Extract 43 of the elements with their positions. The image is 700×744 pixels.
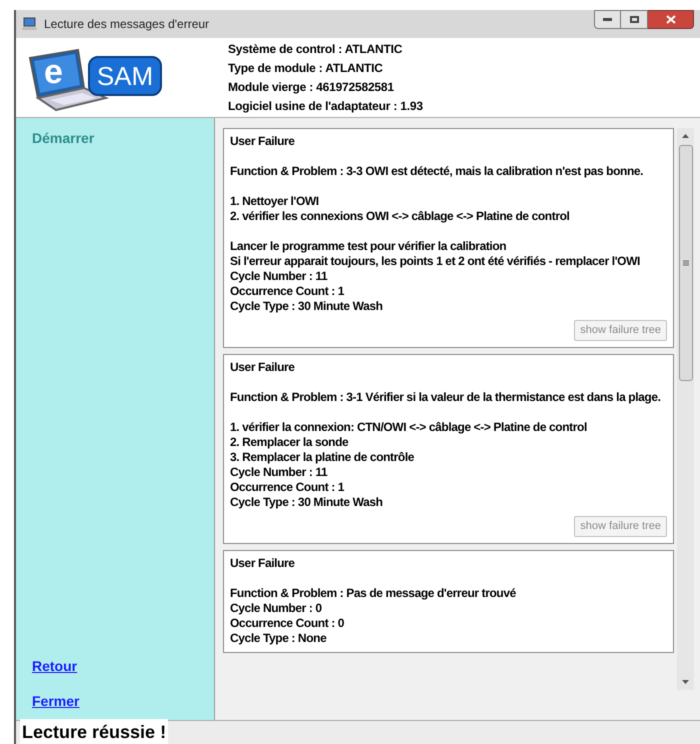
failure-text: Function & Problem : 3-3 OWI est détecté, mais la calibration n'est pas bonne. <box>230 164 644 179</box>
failure-text: Cycle Type : 30 Minute Wash <box>230 299 384 314</box>
logo-badge: SAM <box>88 56 162 96</box>
maximize-button[interactable] <box>621 10 648 29</box>
failure-text: Function & Problem : Pas de message d'erreur trouvé <box>230 586 517 601</box>
scrollbar[interactable] <box>677 128 694 690</box>
sidebar-link[interactable]: Fermer <box>32 691 80 712</box>
failure-text: Cycle Type : 30 Minute Wash <box>230 495 384 510</box>
failure-text: Cycle Number : 11 <box>230 269 328 284</box>
failure-text: 2. Remplacer la sonde <box>230 435 350 450</box>
failure-text: Occurrence Count : 1 <box>230 284 346 299</box>
window-title: Lecture des messages d'erreur <box>44 16 210 33</box>
failure-text: Cycle Number : 0 <box>230 601 323 616</box>
close-button[interactable] <box>648 10 694 29</box>
failure-text: Occurrence Count : 1 <box>230 480 346 495</box>
logo-letter: e <box>44 54 63 90</box>
failure-text: Si l'erreur apparait toujours, les points 1 et 2 ont été vérifiés - remplacer l'OWI <box>230 254 641 269</box>
scrollbar-thumb[interactable] <box>678 145 692 381</box>
module-info: Système de control : ATLANTIC <box>228 41 404 57</box>
failure-text: 1. Nettoyer l'OWI <box>230 194 320 209</box>
failure-text: Function & Problem : 3-1 Vérifier si la valeur de la thermistance est dans la plage. <box>230 390 662 405</box>
failure-title: User Failure <box>230 360 296 375</box>
failure-text: Cycle Type : None <box>230 631 328 646</box>
grip-icon <box>682 260 688 266</box>
failure-text: Lancer le programme test pour vérifier la calibration <box>230 239 508 254</box>
module-info: Module vierge : 461972582581 <box>228 79 395 95</box>
computer-icon <box>22 17 38 31</box>
module-info: Type de module : ATLANTIC <box>228 60 384 76</box>
close-icon <box>666 15 676 24</box>
failure-text: 3. Remplacer la platine de contrôle <box>230 450 416 465</box>
sidebar-heading: Démarrer <box>32 129 96 148</box>
show-failure-tree-button[interactable]: show failure tree <box>574 516 667 537</box>
status-text: Lecture réussie ! <box>20 719 168 744</box>
failure-title: User Failure <box>230 134 296 149</box>
failure-text: Occurrence Count : 0 <box>230 616 346 631</box>
failure-text: 1. vérifier la connexion: CTN/OWI <-> câblage <-> Platine de control <box>230 420 588 435</box>
sidebar-link[interactable]: Retour <box>32 656 78 677</box>
show-failure-tree-button[interactable]: show failure tree <box>574 320 667 341</box>
failure-title: User Failure <box>230 556 296 571</box>
module-info: Logiciel usine de l'adaptateur : 1.93 <box>228 98 423 114</box>
failure-text: Cycle Number : 11 <box>230 465 328 480</box>
minimize-button[interactable] <box>594 10 621 29</box>
failure-text: 2. vérifier les connexions OWI <-> câblage <-> Platine de control <box>230 209 570 224</box>
